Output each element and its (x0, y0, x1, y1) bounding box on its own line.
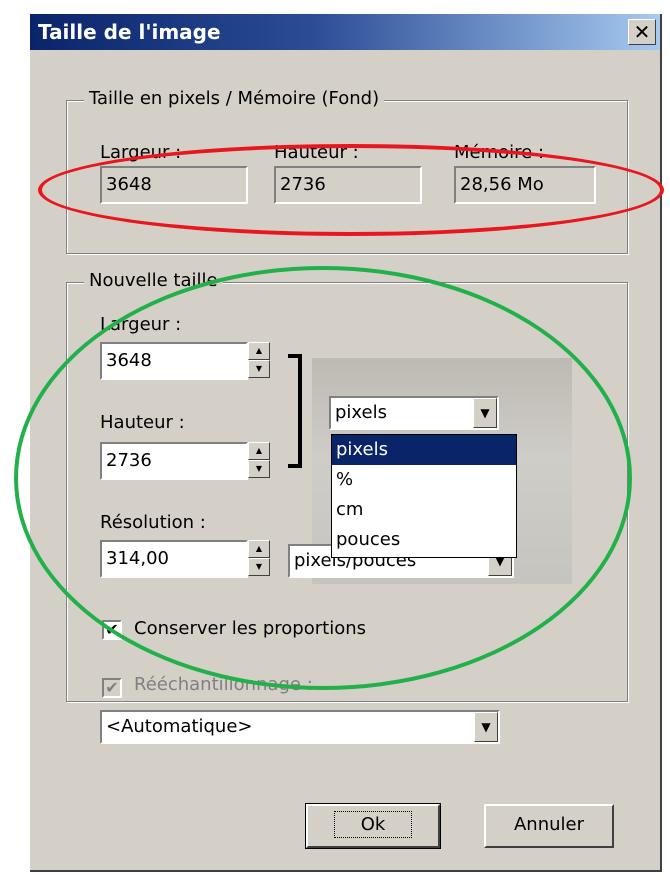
green-annotation-ellipse (14, 266, 632, 690)
red-annotation-ellipse (38, 144, 664, 236)
close-icon: ✕ (633, 20, 651, 44)
pixel-size-legend: Taille en pixels / Mémoire (Fond) (84, 88, 385, 109)
resample-checkbox: ✔ (102, 678, 122, 698)
dropdown-arrow-icon[interactable]: ▼ (474, 712, 498, 742)
resample-value: <Automatique> (106, 716, 253, 737)
resample-select[interactable]: <Automatique> ▼ (100, 710, 500, 744)
close-button[interactable]: ✕ (628, 19, 656, 45)
window-title: Taille de l'image (38, 20, 221, 44)
cancel-label: Annuler (513, 814, 584, 835)
ok-button[interactable]: Ok (305, 803, 441, 849)
cancel-button[interactable]: Annuler (484, 804, 614, 848)
ok-label: Ok (333, 811, 413, 838)
title-bar: Taille de l'image ✕ (30, 14, 660, 50)
